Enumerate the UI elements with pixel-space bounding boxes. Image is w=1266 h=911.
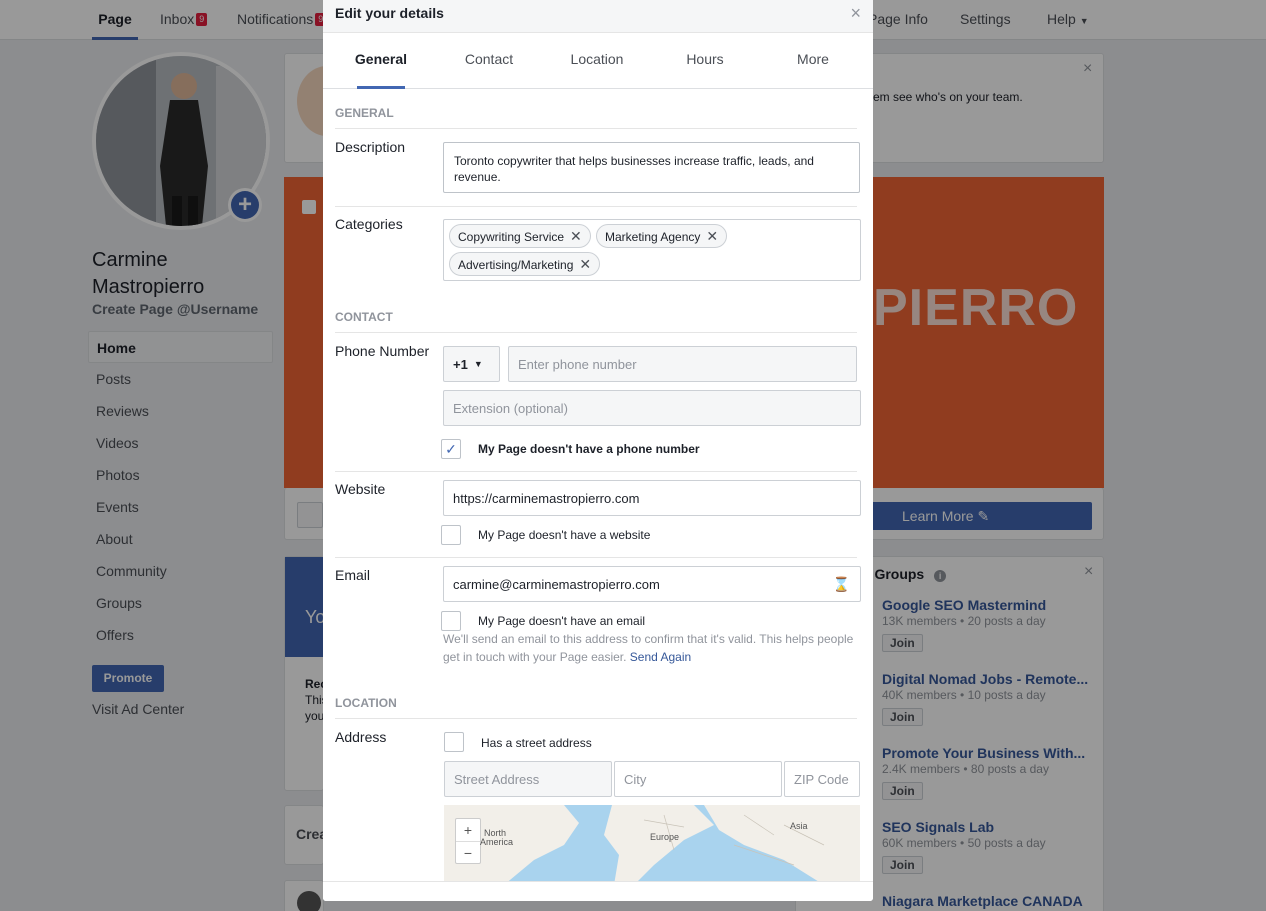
remove-icon[interactable]: ✕: [570, 228, 582, 244]
divider: [335, 206, 857, 207]
dialog-footer: [323, 881, 873, 901]
map-zoom-control: + −: [455, 818, 481, 864]
email-label: Email: [335, 567, 371, 583]
street-address-label: Has a street address: [481, 736, 592, 750]
no-website-checkbox[interactable]: [441, 525, 461, 545]
close-icon[interactable]: ×: [850, 3, 861, 24]
dialog-title: Edit your details: [335, 5, 444, 21]
send-again-link[interactable]: Send Again: [630, 650, 691, 664]
city-input[interactable]: City: [614, 761, 782, 797]
no-phone-checkbox[interactable]: ✓: [441, 439, 461, 459]
no-email-checkbox[interactable]: [441, 611, 461, 631]
no-email-label: My Page doesn't have an email: [478, 614, 646, 628]
dialog-tabs: General Contact Location Hours More: [323, 33, 873, 89]
website-input[interactable]: https://carminemastropierro.com: [443, 480, 861, 516]
tab-more[interactable]: More: [759, 33, 867, 89]
divider: [335, 471, 857, 472]
description-label: Description: [335, 139, 406, 155]
no-phone-label: My Page doesn't have a phone number: [478, 442, 700, 456]
tab-contact[interactable]: Contact: [435, 33, 543, 89]
description-textarea[interactable]: Toronto copywriter that helps businesses…: [443, 142, 860, 193]
category-chip: Copywriting Service ✕: [449, 224, 591, 248]
category-chip-label: Copywriting Service: [458, 230, 565, 244]
category-chip: Marketing Agency ✕: [596, 224, 728, 248]
email-note: We'll send an email to this address to c…: [443, 630, 863, 666]
category-chip: Advertising/Marketing ✕: [449, 252, 601, 276]
map-label: Asia: [790, 821, 808, 831]
section-contact-header: CONTACT: [335, 310, 857, 333]
location-map[interactable]: + − North America Europe Asia: [444, 805, 860, 885]
website-label: Website: [335, 481, 386, 497]
country-code-value: +1: [453, 356, 468, 372]
checkmark-icon: ✓: [445, 441, 457, 457]
country-code-select[interactable]: +1 ▼: [443, 346, 500, 382]
extension-input[interactable]: Extension (optional): [443, 390, 861, 426]
zip-code-input[interactable]: ZIP Code: [784, 761, 860, 797]
address-label: Address: [335, 729, 387, 745]
divider: [335, 557, 857, 558]
map-label: America: [480, 837, 514, 847]
map-label: Europe: [650, 832, 680, 842]
phone-number-input[interactable]: Enter phone number: [508, 346, 857, 382]
street-address-input[interactable]: Street Address: [444, 761, 612, 797]
zoom-out-button[interactable]: −: [456, 842, 480, 864]
phone-label: Phone Number: [335, 343, 430, 359]
remove-icon[interactable]: ✕: [706, 228, 718, 244]
section-location-header: LOCATION: [335, 696, 857, 719]
edit-details-dialog: Edit your details × General Contact Loca…: [323, 0, 873, 901]
hourglass-icon: ⌛: [832, 575, 850, 592]
tab-general[interactable]: General: [327, 33, 435, 89]
caret-down-icon: ▼: [473, 359, 483, 369]
dialog-header: Edit your details ×: [323, 0, 873, 33]
zoom-in-button[interactable]: +: [456, 819, 480, 842]
category-chip-label: Advertising/Marketing: [458, 258, 574, 272]
tab-location[interactable]: Location: [543, 33, 651, 89]
category-chip-label: Marketing Agency: [605, 230, 701, 244]
email-input[interactable]: carmine@carminemastropierro.com ⌛: [443, 566, 861, 602]
remove-icon[interactable]: ✕: [579, 256, 591, 272]
email-value: carmine@carminemastropierro.com: [453, 576, 660, 592]
tab-hours[interactable]: Hours: [651, 33, 759, 89]
categories-input[interactable]: Copywriting Service ✕ Marketing Agency ✕ A…: [443, 219, 861, 281]
street-address-checkbox[interactable]: [444, 732, 464, 752]
no-website-label: My Page doesn't have a website: [478, 528, 651, 542]
section-general-header: GENERAL: [335, 106, 857, 129]
categories-label: Categories: [335, 216, 403, 232]
